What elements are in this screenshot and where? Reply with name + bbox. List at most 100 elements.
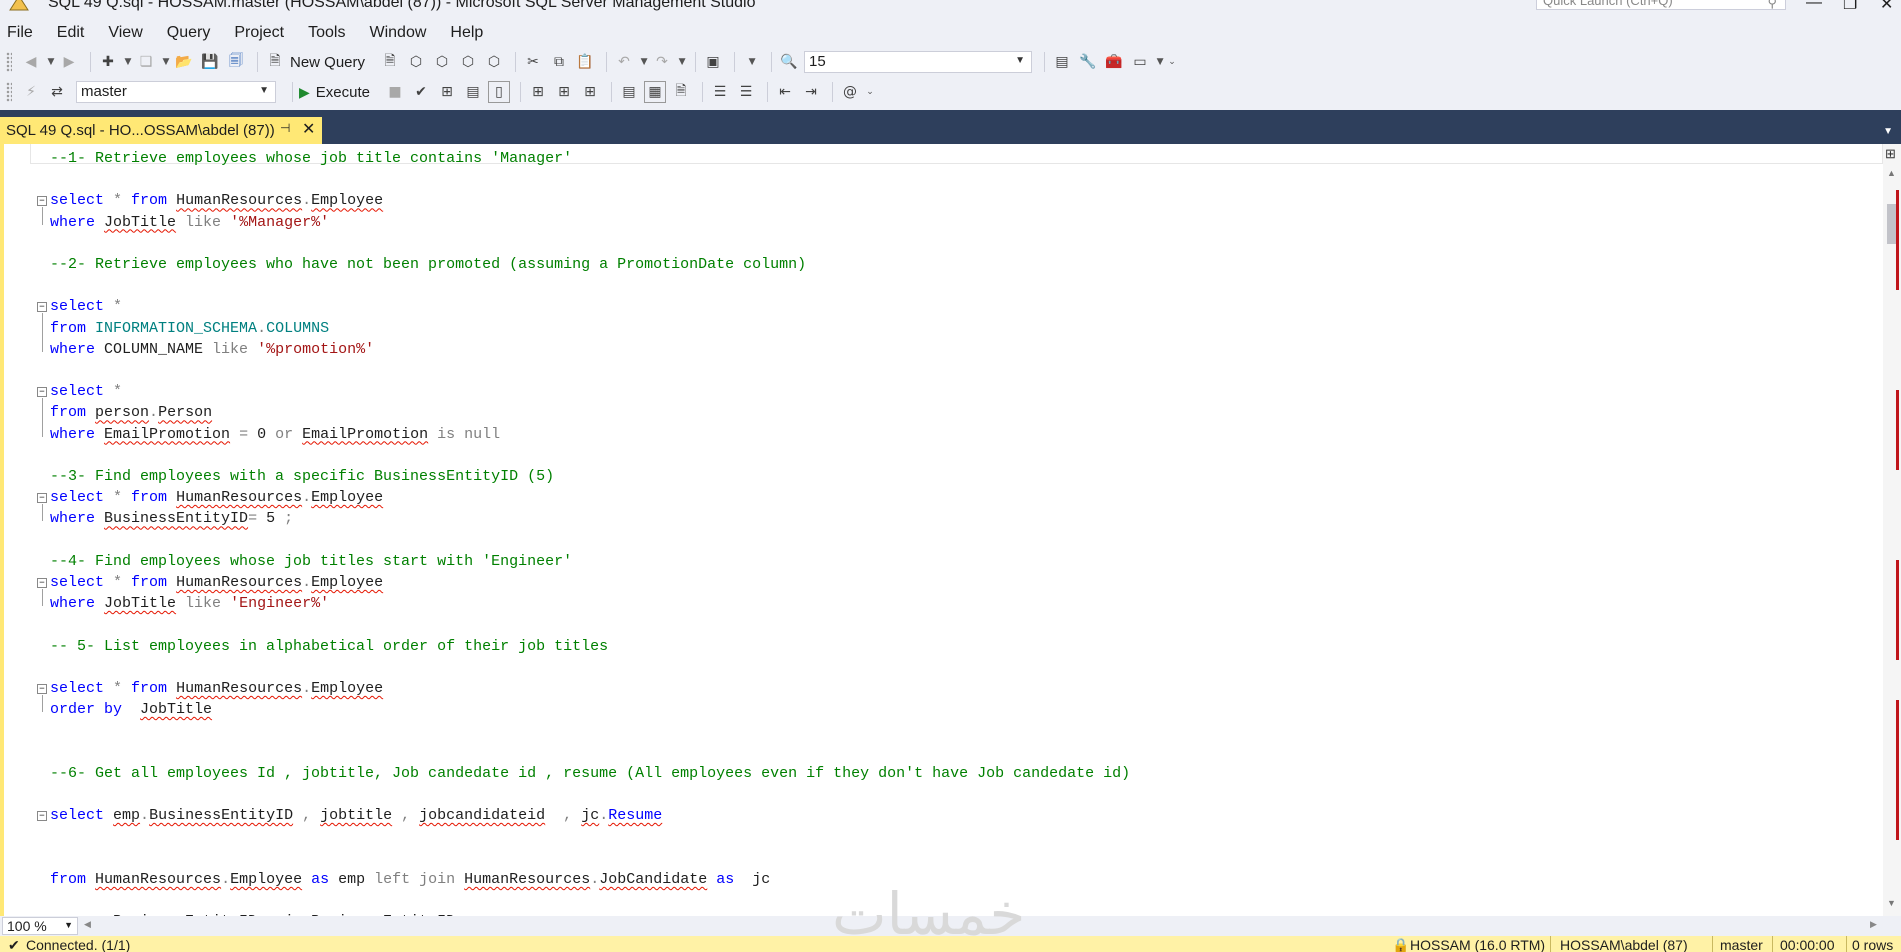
menu-query[interactable]: Query [167, 24, 211, 42]
code-line[interactable]: select * from HumanResources.Employee [50, 572, 383, 593]
properties-window-icon[interactable]: ▤ [1051, 51, 1073, 73]
live-query-statistics-icon[interactable]: ⊞ [553, 81, 575, 103]
command-window-dropdown-icon[interactable]: ▼ [1155, 51, 1165, 73]
cut-icon[interactable]: ✂ [522, 51, 544, 73]
menu-help[interactable]: Help [450, 24, 483, 42]
chevron-down-icon[interactable]: ▼ [259, 85, 269, 96]
menu-view[interactable]: View [108, 24, 142, 42]
query-options-icon[interactable]: ▤ [462, 81, 484, 103]
code-line[interactable]: --3- Find employees with a specific Busi… [50, 466, 554, 487]
code-line[interactable]: where COLUMN_NAME like '%promotion%' [50, 339, 374, 360]
scroll-thumb[interactable] [1887, 204, 1896, 244]
available-databases-combo[interactable]: master ▼ [76, 81, 276, 103]
toolbox-icon[interactable]: 🧰 [1103, 51, 1125, 73]
open-file-icon[interactable]: 📂 [173, 51, 195, 73]
scroll-down-icon[interactable]: ▼ [1887, 898, 1896, 908]
code-line[interactable]: --4- Find employees whose job titles sta… [50, 551, 572, 572]
uncomment-lines-icon[interactable]: ☰ [735, 81, 757, 103]
toolbar-overflow-icon[interactable]: ⌄ [865, 81, 875, 103]
code-line[interactable]: -- 5- List employees in alphabetical ord… [50, 636, 608, 657]
save-all-icon[interactable]: 🗐 [225, 51, 247, 73]
toolbar-overflow-icon[interactable]: ⌄ [1167, 51, 1177, 73]
code-line[interactable]: where JobTitle like 'Engineer%' [50, 593, 329, 614]
code-line[interactable]: select emp.BusinessEntityID , jobtitle ,… [50, 805, 662, 826]
undo-dropdown-icon[interactable]: ▼ [639, 51, 649, 73]
toolbar-grip[interactable] [6, 82, 12, 102]
new-query-button[interactable]: New Query [290, 54, 365, 71]
zoom-combo[interactable]: 100 % ▼ [2, 917, 78, 935]
intellisense-enabled-icon[interactable]: ▯ [487, 81, 510, 103]
tab-overflow-icon[interactable]: ▼ [1883, 126, 1893, 137]
include-actual-plan-icon[interactable]: ⊞ [527, 81, 549, 103]
code-line[interactable]: select * from HumanResources.Employee [50, 678, 383, 699]
find-in-files-icon[interactable]: 🔍 [778, 51, 800, 73]
change-connection-icon[interactable]: ⇄ [46, 81, 68, 103]
maximize-icon[interactable]: ❐ [1843, 0, 1857, 14]
copy-icon[interactable]: ⧉ [548, 51, 570, 73]
wrench-icon[interactable]: 🔧 [1077, 51, 1099, 73]
menu-file[interactable]: File [7, 24, 33, 42]
collapse-region-icon[interactable]: − [37, 302, 47, 313]
menu-edit[interactable]: Edit [57, 24, 85, 42]
back-icon[interactable]: ◀ [20, 51, 42, 73]
code-line[interactable]: --2- Retrieve employees who have not bee… [50, 254, 806, 275]
code-line[interactable]: from HumanResources.Employee as emp left… [50, 869, 770, 890]
scroll-up-icon[interactable]: ▲ [1887, 168, 1896, 178]
code-line[interactable]: where EmailPromotion = 0 or EmailPromoti… [50, 424, 500, 445]
redo-dropdown-icon[interactable]: ▼ [677, 51, 687, 73]
new-project-icon[interactable]: ✚ [97, 51, 119, 73]
code-line[interactable]: select * from HumanResources.Employee [50, 487, 383, 508]
split-editor-icon[interactable]: ⊞ [1885, 146, 1896, 162]
cancel-query-icon[interactable]: ■ [384, 81, 406, 103]
collapse-region-icon[interactable]: − [37, 811, 47, 822]
chevron-down-icon[interactable]: ▼ [1015, 55, 1025, 66]
results-to-grid-icon[interactable]: ▦ [643, 81, 666, 103]
code-line[interactable]: --1- Retrieve employees whose job title … [50, 148, 572, 169]
increase-indent-icon[interactable]: ⇥ [800, 81, 822, 103]
tab-sql-49-q[interactable]: SQL 49 Q.sql - HO...OSSAM\abdel (87)) ⊣ … [0, 117, 322, 144]
execute-play-icon[interactable]: ▶ [299, 84, 310, 101]
scroll-right-icon[interactable]: ▶ [1870, 919, 1877, 930]
results-to-text-icon[interactable]: ▤ [618, 81, 640, 103]
menu-tools[interactable]: Tools [308, 24, 345, 42]
collapse-region-icon[interactable]: − [37, 387, 47, 398]
forward-icon[interactable]: ▶ [58, 51, 80, 73]
new-query-icon[interactable]: 🗎 [264, 51, 286, 73]
execute-button[interactable]: Execute [316, 84, 370, 101]
specify-template-values-icon[interactable]: @ [839, 81, 861, 103]
collapse-region-icon[interactable]: − [37, 493, 47, 504]
client-statistics-icon[interactable]: ⊞ [579, 81, 601, 103]
new-project-dropdown-icon[interactable]: ▼ [123, 51, 133, 73]
add-item-icon[interactable]: ❏ [135, 51, 157, 73]
close-window-icon[interactable]: ✕ [1880, 0, 1893, 14]
parse-checkmark-icon[interactable]: ✔ [410, 81, 432, 103]
query-editor[interactable]: − − − − − − − --1- Retrieve employees whose jo… [0, 144, 1883, 916]
xmla-query-icon[interactable]: ⬡ [457, 51, 479, 73]
back-dropdown-icon[interactable]: ▼ [46, 51, 56, 73]
code-line[interactable]: select * from HumanResources.Employee [50, 190, 383, 211]
activity-monitor-icon[interactable]: ▣ [702, 51, 724, 73]
code-line[interactable]: where JobTitle like '%Manager%' [50, 212, 329, 233]
scroll-left-icon[interactable]: ◀ [84, 919, 91, 930]
menu-project[interactable]: Project [234, 24, 284, 42]
results-to-file-icon[interactable]: 🗎 [670, 81, 692, 103]
menu-window[interactable]: Window [369, 24, 426, 42]
mdx-query-icon[interactable]: ⬡ [405, 51, 427, 73]
close-tab-icon[interactable]: ✕ [302, 119, 315, 139]
code-line[interactable]: select * [50, 381, 122, 402]
comment-lines-icon[interactable]: ☰ [709, 81, 731, 103]
code-line[interactable]: order by JobTitle [50, 699, 212, 720]
paste-icon[interactable]: 📋 [574, 51, 596, 73]
code-line[interactable]: from INFORMATION_SCHEMA.COLUMNS [50, 318, 329, 339]
chevron-down-icon[interactable]: ▼ [64, 920, 73, 930]
find-combo[interactable]: 15 ▼ [804, 51, 1033, 73]
code-line[interactable]: where BusinessEntityID= 5 ; [50, 508, 293, 529]
add-item-dropdown-icon[interactable]: ▼ [161, 51, 171, 73]
connect-icon[interactable]: ⚡ [20, 81, 42, 103]
collapse-region-icon[interactable]: − [37, 196, 47, 207]
decrease-indent-icon[interactable]: ⇤ [774, 81, 796, 103]
redo-icon[interactable]: ↷ [651, 51, 673, 73]
display-estimated-plan-icon[interactable]: ⊞ [436, 81, 458, 103]
code-line[interactable]: from person.Person [50, 402, 212, 423]
save-icon[interactable]: 💾 [199, 51, 221, 73]
